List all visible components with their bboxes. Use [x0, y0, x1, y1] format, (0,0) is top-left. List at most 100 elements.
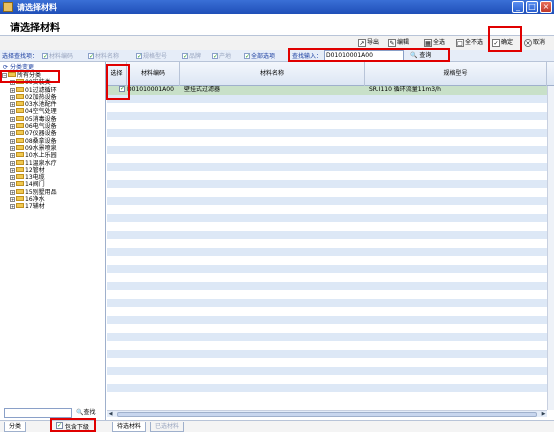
table-row[interactable] — [107, 256, 547, 265]
table-row[interactable] — [107, 205, 547, 214]
table-row[interactable] — [107, 273, 547, 282]
cancel-button[interactable]: × 取消 — [524, 38, 545, 48]
table-row[interactable] — [107, 213, 547, 222]
expand-icon[interactable]: + — [10, 138, 15, 144]
expand-icon[interactable]: + — [10, 204, 15, 210]
expand-icon[interactable]: + — [10, 182, 15, 188]
expand-icon[interactable]: + — [10, 167, 15, 173]
column-header-name[interactable]: 材料名称 — [180, 62, 365, 86]
checkbox[interactable] — [88, 52, 94, 61]
filter-option-brand[interactable]: 品牌 — [182, 52, 201, 61]
scroll-thumb[interactable] — [117, 412, 537, 417]
table-row[interactable] — [107, 179, 547, 188]
table-row[interactable] — [107, 366, 547, 375]
table-row[interactable] — [107, 375, 547, 384]
expand-icon[interactable]: + — [10, 131, 15, 137]
table-row[interactable] — [107, 111, 547, 120]
table-row[interactable] — [107, 264, 547, 273]
column-header-select[interactable]: 选择 — [107, 62, 127, 86]
table-row[interactable] — [107, 222, 547, 231]
table-row[interactable] — [107, 196, 547, 205]
expand-icon[interactable]: + — [10, 160, 15, 166]
table-row[interactable] — [107, 392, 547, 401]
tree-item[interactable]: +12管材 — [2, 166, 104, 174]
table-row[interactable] — [107, 162, 547, 171]
checkbox[interactable] — [212, 52, 218, 61]
table-row[interactable] — [107, 358, 547, 367]
tree-item[interactable]: +16净水 — [2, 196, 104, 203]
tree-item[interactable]: +10水上乐园 — [2, 152, 104, 159]
category-search-input[interactable] — [4, 408, 72, 418]
expand-icon[interactable]: + — [10, 153, 15, 159]
confirm-button[interactable]: ✓ 确定 — [492, 38, 513, 48]
query-button[interactable]: 🔍 查询 — [410, 50, 431, 61]
expand-icon[interactable]: + — [10, 102, 15, 108]
expand-icon[interactable]: + — [10, 94, 15, 100]
tree-item[interactable]: +17辅材 — [2, 203, 104, 210]
table-row[interactable] — [107, 324, 547, 333]
scroll-right-icon[interactable]: ▶ — [540, 411, 547, 418]
tree-item[interactable]: +11温泉水疗 — [2, 159, 104, 167]
include-sub-toggle[interactable]: 包含下级 — [56, 421, 89, 432]
tree-root[interactable]: − 所有分类 — [2, 72, 104, 79]
tree-item[interactable]: +14阀门 — [2, 181, 104, 188]
table-row[interactable] — [107, 239, 547, 248]
checkbox[interactable] — [136, 52, 142, 61]
tree-item[interactable]: +04空气处理 — [2, 108, 104, 115]
tree-item[interactable]: +13电缆 — [2, 174, 104, 181]
expand-icon[interactable]: + — [10, 87, 15, 93]
checkbox[interactable] — [182, 52, 188, 61]
checkbox[interactable] — [244, 52, 250, 61]
table-row[interactable] — [107, 298, 547, 307]
column-header-spec[interactable]: 规格型号 — [365, 62, 547, 86]
column-header-code[interactable]: 材料编码 — [127, 62, 180, 86]
table-row[interactable] — [107, 332, 547, 341]
filter-option-spec[interactable]: 规格型号 — [136, 52, 167, 61]
table-row[interactable] — [107, 120, 547, 129]
expand-icon[interactable]: + — [10, 145, 15, 151]
table-row[interactable] — [107, 290, 547, 299]
tree-item[interactable]: +08桑拿设备 — [2, 137, 104, 145]
expand-icon[interactable]: + — [10, 175, 15, 181]
table-row[interactable]: D01010001A00 壁挂式过滤器 SR.I110 循环流量11m3/h — [107, 86, 547, 95]
table-row[interactable] — [107, 315, 547, 324]
include-sub-checkbox[interactable] — [56, 421, 63, 431]
category-change-link[interactable]: ⟳ 分类变更 — [3, 64, 34, 72]
table-row[interactable] — [107, 230, 547, 239]
expand-icon[interactable]: + — [10, 116, 15, 122]
maximize-button[interactable]: □ — [526, 1, 538, 13]
checkbox[interactable] — [42, 52, 48, 61]
expand-icon[interactable]: + — [10, 109, 15, 115]
edit-button[interactable]: ✎ 编辑 — [388, 38, 409, 48]
table-row[interactable] — [107, 307, 547, 316]
table-row[interactable] — [107, 137, 547, 146]
scroll-left-icon[interactable]: ◀ — [107, 411, 114, 418]
table-row[interactable] — [107, 128, 547, 137]
table-row[interactable] — [107, 154, 547, 163]
table-row[interactable] — [107, 349, 547, 358]
filter-option-all[interactable]: 全部选项 — [244, 52, 275, 61]
table-row[interactable] — [107, 341, 547, 350]
table-row[interactable] — [107, 188, 547, 197]
tree-item[interactable]: +15别墅用品 — [2, 188, 104, 196]
filter-option-origin[interactable]: 产地 — [212, 52, 231, 61]
tab-category[interactable]: 分类 — [4, 422, 27, 432]
tree-item[interactable]: +00安装类 — [2, 79, 104, 86]
table-row[interactable] — [107, 383, 547, 392]
close-button[interactable]: × — [540, 1, 552, 13]
vertical-scrollbar[interactable] — [547, 86, 554, 410]
filter-option-code[interactable]: 材料编码 — [42, 52, 73, 61]
table-row[interactable] — [107, 281, 547, 290]
expand-icon[interactable]: + — [10, 197, 15, 203]
expand-icon[interactable]: + — [10, 124, 15, 130]
tab-selected-materials[interactable]: 已选材料 — [150, 422, 185, 432]
tree-item[interactable]: +07仪器设备 — [2, 130, 104, 137]
select-none-button[interactable]: □ 全不选 — [456, 38, 483, 48]
table-row[interactable] — [107, 103, 547, 112]
table-row[interactable] — [107, 94, 547, 103]
minimize-button[interactable]: _ — [512, 1, 524, 13]
expand-icon[interactable]: + — [10, 189, 15, 195]
tab-pending-materials[interactable]: 待选材料 — [112, 422, 147, 432]
table-row[interactable] — [107, 171, 547, 180]
search-input[interactable]: D01010001A00 — [324, 50, 404, 61]
